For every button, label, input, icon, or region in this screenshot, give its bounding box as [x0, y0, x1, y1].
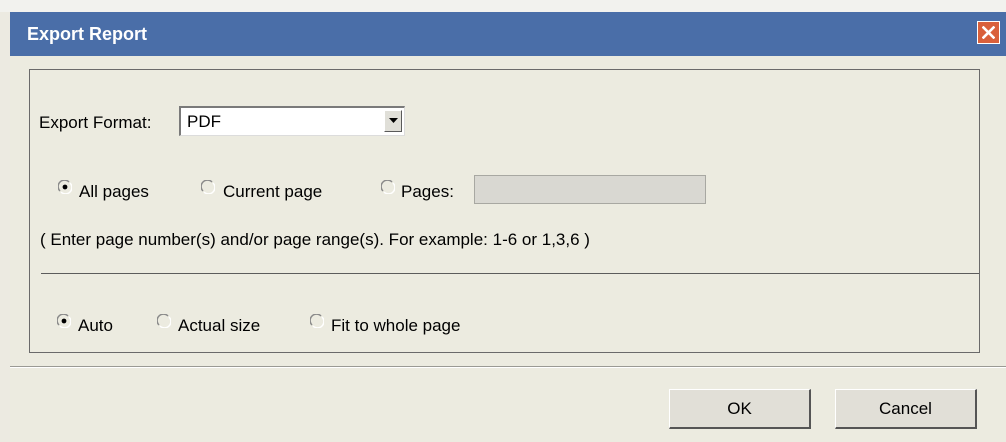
- chevron-down-icon: [388, 118, 398, 123]
- ok-button[interactable]: OK: [669, 389, 811, 429]
- current-page-label[interactable]: Current page: [223, 182, 322, 202]
- actual-size-label[interactable]: Actual size: [178, 316, 260, 336]
- radio-pages[interactable]: [381, 180, 395, 194]
- radio-current-page[interactable]: [201, 180, 215, 194]
- page-range-hint: ( Enter page number(s) and/or page range…: [40, 230, 590, 249]
- radio-actual-size[interactable]: [157, 314, 171, 328]
- pages-input[interactable]: [474, 175, 706, 204]
- dropdown-button[interactable]: [384, 110, 402, 132]
- close-button[interactable]: [977, 21, 1000, 44]
- export-report-dialog: Export Report Export Format: PDF All pag…: [10, 12, 1006, 442]
- export-format-select[interactable]: PDF: [179, 106, 405, 136]
- background-strip: [0, 0, 1006, 12]
- dialog-titlebar[interactable]: Export Report: [10, 12, 1006, 56]
- radio-auto[interactable]: [57, 314, 71, 328]
- auto-label[interactable]: Auto: [78, 316, 113, 336]
- export-options-panel: Export Format: PDF All pages Current pag…: [29, 69, 980, 353]
- fit-to-whole-page-label[interactable]: Fit to whole page: [331, 316, 460, 336]
- cancel-button[interactable]: Cancel: [835, 389, 977, 429]
- footer-divider: [10, 366, 1006, 368]
- radio-fit-to-whole-page[interactable]: [310, 314, 324, 328]
- close-icon: [982, 26, 995, 39]
- pages-label[interactable]: Pages:: [401, 182, 454, 202]
- export-format-label: Export Format:: [39, 113, 152, 132]
- radio-all-pages[interactable]: [58, 180, 72, 194]
- dialog-title: Export Report: [27, 24, 148, 44]
- section-divider: [41, 273, 979, 274]
- export-format-value: PDF: [187, 112, 221, 131]
- all-pages-label[interactable]: All pages: [79, 182, 149, 202]
